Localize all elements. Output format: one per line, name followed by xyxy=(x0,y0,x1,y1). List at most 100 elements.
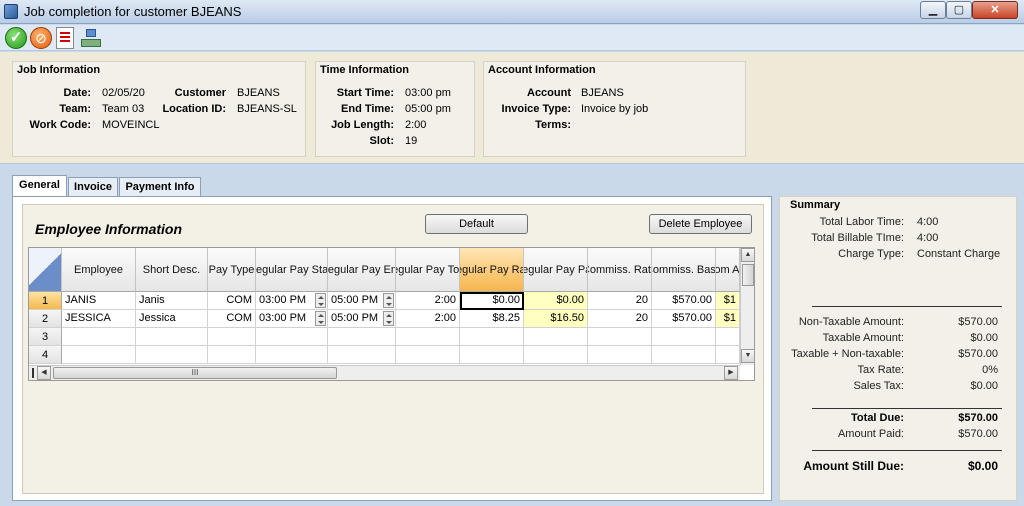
col-header-regular-pay-pay[interactable]: Regular Pay Pay xyxy=(524,248,588,292)
cell-empty[interactable] xyxy=(588,346,652,364)
total-labor-time-value: 4:00 xyxy=(917,216,939,228)
cell-commiss-base[interactable]: $570.00 xyxy=(652,310,716,328)
col-header-regular-pay-total[interactable]: Regular Pay Total xyxy=(396,248,460,292)
grid-vertical-scrollbar[interactable]: ▲ ▼ xyxy=(740,248,754,365)
horizontal-scroll-thumb[interactable]: III xyxy=(53,367,337,379)
work-code-label: Work Code: xyxy=(29,119,91,131)
row-header[interactable]: 3 xyxy=(29,328,62,346)
col-header-short-desc[interactable]: Short Desc. xyxy=(136,248,208,292)
cell-empty[interactable] xyxy=(62,346,136,364)
scroll-right-icon[interactable]: ▶ xyxy=(724,366,738,380)
taxable-plus-non-taxable-value: $570.00 xyxy=(958,348,998,360)
cell-regular-pay-total[interactable]: 2:00 xyxy=(396,310,460,328)
cell-empty[interactable] xyxy=(652,328,716,346)
checklist-icon[interactable] xyxy=(56,27,74,49)
time-spinner-icon[interactable] xyxy=(383,293,394,308)
cell-regular-pay-pay[interactable]: $16.50 xyxy=(524,310,588,328)
scroll-left-icon[interactable]: ◀ xyxy=(37,366,51,380)
cell-regular-pay-pay[interactable]: $0.00 xyxy=(524,292,588,310)
col-header-commiss-amount[interactable]: Com Am xyxy=(716,248,740,292)
cell-empty[interactable] xyxy=(328,328,396,346)
info-area: Job Information Date: 02/05/20 Team: Tea… xyxy=(0,52,1024,164)
cell-regular-pay-end-text: 05:00 PM xyxy=(331,294,379,306)
col-header-regular-pay-rate[interactable]: Regular Pay Rate xyxy=(460,248,524,292)
cell-empty[interactable] xyxy=(136,328,208,346)
time-spinner-icon[interactable] xyxy=(315,311,326,326)
col-header-pay-type[interactable]: Pay Type xyxy=(208,248,256,292)
cell-empty[interactable] xyxy=(328,346,396,364)
cell-empty[interactable] xyxy=(460,346,524,364)
location-value: BJEANS-SL xyxy=(237,103,297,115)
job-information-title: Job Information xyxy=(17,64,101,76)
close-button[interactable]: ✕ xyxy=(972,1,1018,19)
time-information-title: Time Information xyxy=(320,64,410,76)
cell-commiss-amount[interactable]: $1 xyxy=(716,292,740,310)
cell-commiss-base[interactable]: $570.00 xyxy=(652,292,716,310)
ok-check-icon[interactable]: ✓ xyxy=(5,27,27,49)
scroll-home-icon[interactable] xyxy=(32,368,34,378)
cell-commiss-rate[interactable]: 20 xyxy=(588,310,652,328)
org-chart-icon[interactable] xyxy=(80,27,101,49)
cell-empty[interactable] xyxy=(524,346,588,364)
customer-label: Customer xyxy=(174,87,226,99)
location-label: Location ID: xyxy=(162,103,226,115)
cell-short-desc[interactable]: Jessica xyxy=(136,310,208,328)
scroll-down-icon[interactable]: ▼ xyxy=(741,349,754,363)
scroll-up-icon[interactable]: ▲ xyxy=(741,248,754,262)
cancel-icon[interactable]: ⊘ xyxy=(30,27,52,49)
cell-empty[interactable] xyxy=(716,328,740,346)
grid-horizontal-scrollbar[interactable]: ◀ III ▶ xyxy=(29,365,740,380)
delete-employee-button[interactable]: Delete Employee xyxy=(649,214,752,234)
cell-short-desc[interactable]: Janis xyxy=(136,292,208,310)
cell-employee[interactable]: JESSICA xyxy=(62,310,136,328)
cell-empty[interactable] xyxy=(588,328,652,346)
col-header-employee[interactable]: Employee xyxy=(62,248,136,292)
cell-empty[interactable] xyxy=(524,328,588,346)
cell-regular-pay-rate[interactable]: $8.25 xyxy=(460,310,524,328)
amount-paid-label: Amount Paid: xyxy=(837,428,904,440)
tab-invoice[interactable]: Invoice xyxy=(68,177,118,197)
row-header[interactable]: 2 xyxy=(29,310,62,328)
col-header-regular-pay-end[interactable]: Regular Pay End xyxy=(328,248,396,292)
summary-divider xyxy=(812,450,1002,451)
cell-empty[interactable] xyxy=(256,328,328,346)
tab-payment-info[interactable]: Payment Info xyxy=(119,177,201,197)
cell-empty[interactable] xyxy=(62,328,136,346)
cell-empty[interactable] xyxy=(136,346,208,364)
cell-regular-pay-end[interactable]: 05:00 PM xyxy=(328,292,396,310)
charge-type-label: Charge Type: xyxy=(838,248,904,260)
cell-empty[interactable] xyxy=(208,328,256,346)
vertical-scroll-thumb[interactable] xyxy=(742,264,754,286)
default-button[interactable]: Default xyxy=(425,214,528,234)
col-header-commiss-base[interactable]: Commiss. Base xyxy=(652,248,716,292)
grid-corner[interactable] xyxy=(29,248,62,292)
cell-employee[interactable]: JANIS xyxy=(62,292,136,310)
cell-empty[interactable] xyxy=(396,346,460,364)
employee-grid: Employee Short Desc. Pay Type Regular Pa… xyxy=(28,247,755,381)
row-header[interactable]: 1 xyxy=(29,292,62,310)
col-header-regular-pay-start[interactable]: Regular Pay Start xyxy=(256,248,328,292)
cell-pay-type[interactable]: COM xyxy=(208,310,256,328)
cell-regular-pay-start[interactable]: 03:00 PM xyxy=(256,310,328,328)
time-spinner-icon[interactable] xyxy=(315,293,326,308)
cell-pay-type[interactable]: COM xyxy=(208,292,256,310)
cell-empty[interactable] xyxy=(716,346,740,364)
cell-regular-pay-total[interactable]: 2:00 xyxy=(396,292,460,310)
col-header-commiss-rate[interactable]: Commiss. Rate xyxy=(588,248,652,292)
cell-empty[interactable] xyxy=(460,328,524,346)
cell-empty[interactable] xyxy=(256,346,328,364)
cell-empty[interactable] xyxy=(208,346,256,364)
time-spinner-icon[interactable] xyxy=(383,311,394,326)
cell-commiss-amount[interactable]: $1 xyxy=(716,310,740,328)
maximize-button[interactable]: ▢ xyxy=(946,1,972,19)
row-header[interactable]: 4 xyxy=(29,346,62,364)
cell-empty[interactable] xyxy=(652,346,716,364)
cell-commiss-rate[interactable]: 20 xyxy=(588,292,652,310)
cell-regular-pay-rate[interactable]: $0.00 xyxy=(460,292,524,310)
tab-general[interactable]: General xyxy=(12,175,67,197)
cell-regular-pay-end[interactable]: 05:00 PM xyxy=(328,310,396,328)
cell-regular-pay-start[interactable]: 03:00 PM xyxy=(256,292,328,310)
minimize-button[interactable]: ▁ xyxy=(920,1,946,19)
cell-empty[interactable] xyxy=(396,328,460,346)
non-taxable-amount-label: Non-Taxable Amount: xyxy=(798,316,904,328)
